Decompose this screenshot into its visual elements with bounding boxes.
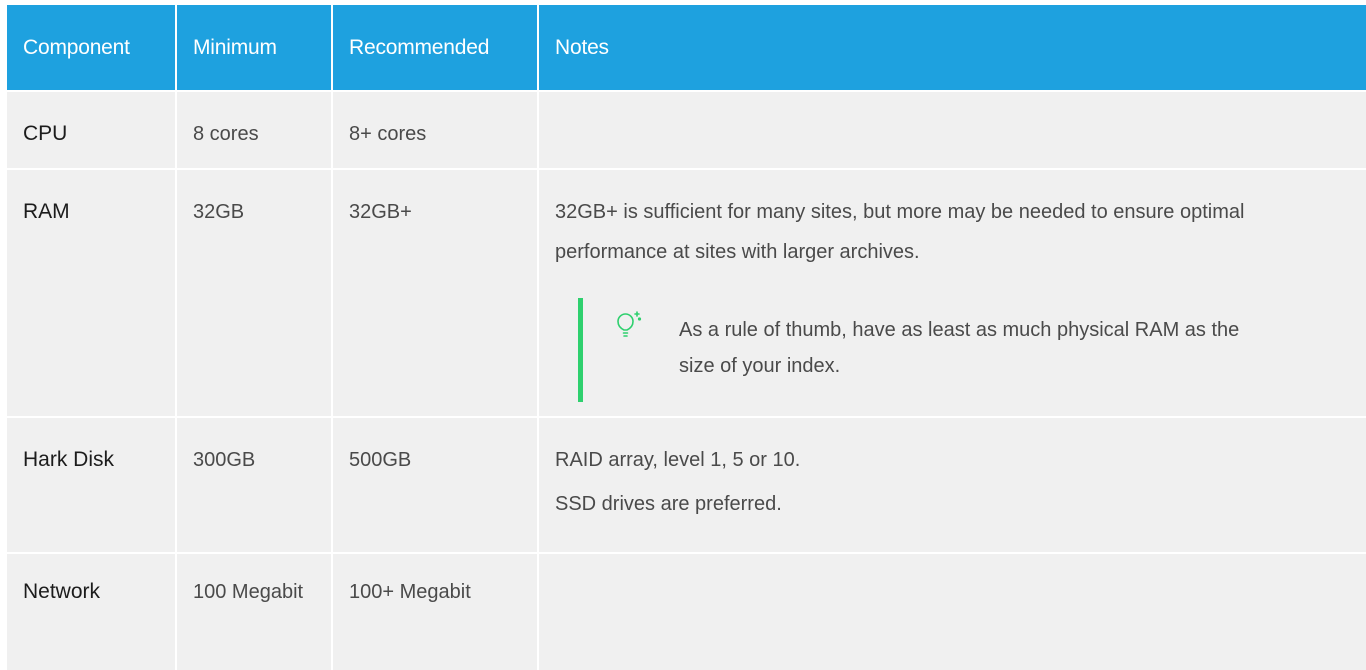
disk-notes-2: SSD drives are preferred. bbox=[555, 493, 782, 515]
ram-recommended: 32GB+ bbox=[332, 169, 539, 418]
network-notes bbox=[538, 553, 1366, 670]
table-header-row: Component Minimum Recommended Notes bbox=[7, 5, 1366, 92]
tip-text: As a rule of thumb, have as least as muc… bbox=[679, 319, 1240, 377]
table-row-ram: RAM 32GB 32GB+ 32GB+ is sufficient for m… bbox=[7, 169, 1366, 418]
tip-callout: As a rule of thumb, have as least as muc… bbox=[578, 298, 1350, 402]
system-requirements-table: Component Minimum Recommended Notes CPU … bbox=[7, 5, 1366, 670]
lightbulb-icon bbox=[614, 310, 642, 342]
header-component: Component bbox=[7, 5, 177, 92]
cpu-recommended: 8+ cores bbox=[332, 91, 539, 170]
disk-recommended: 500GB bbox=[332, 417, 539, 554]
page: Component Minimum Recommended Notes CPU … bbox=[0, 0, 1366, 670]
table-row-network: Network 100 Megabit 100+ Megabit bbox=[7, 553, 1366, 670]
header-minimum: Minimum bbox=[176, 5, 333, 92]
ram-notes: 32GB+ is sufficient for many sites, but … bbox=[555, 201, 1245, 263]
disk-notes-cell: RAID array, level 1, 5 or 10. SSD drives… bbox=[538, 417, 1366, 554]
cpu-notes bbox=[538, 91, 1366, 170]
table-row-disk: Hark Disk 300GB 500GB RAID array, level … bbox=[7, 417, 1366, 554]
header-notes: Notes bbox=[538, 5, 1366, 92]
network-minimum: 100 Megabit bbox=[176, 553, 333, 670]
header-recommended: Recommended bbox=[332, 5, 539, 92]
network-component: Network bbox=[7, 553, 177, 670]
ram-minimum: 32GB bbox=[176, 169, 333, 418]
network-recommended: 100+ Megabit bbox=[332, 553, 539, 670]
cpu-minimum: 8 cores bbox=[176, 91, 333, 170]
disk-component: Hark Disk bbox=[7, 417, 177, 554]
cpu-component: CPU bbox=[7, 91, 177, 170]
ram-component: RAM bbox=[7, 169, 177, 418]
disk-minimum: 300GB bbox=[176, 417, 333, 554]
disk-notes-1: RAID array, level 1, 5 or 10. bbox=[555, 449, 801, 471]
table-row-cpu: CPU 8 cores 8+ cores bbox=[7, 91, 1366, 170]
ram-notes-cell: 32GB+ is sufficient for many sites, but … bbox=[538, 169, 1366, 418]
